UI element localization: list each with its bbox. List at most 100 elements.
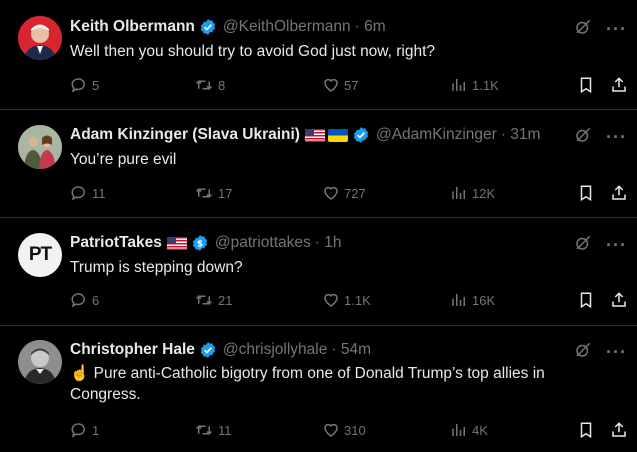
tweet-text: Well then you should try to avoid God ju… <box>70 43 436 60</box>
tweet-header: Christopher Hale @chrisjollyhale · 54m <box>70 340 371 360</box>
more-icon[interactable]: ··· <box>606 235 627 256</box>
grok-icon[interactable] <box>574 234 592 257</box>
retweet-count: 11 <box>218 422 232 438</box>
share-icon <box>612 422 626 437</box>
views-button[interactable]: 1.1K <box>450 76 499 94</box>
like-count: 1.1K <box>344 292 371 308</box>
bookmark-icon <box>580 292 592 309</box>
retweet-icon <box>195 425 213 435</box>
tweet-header: Keith Olbermann @KeithOlbermann · 6m <box>70 17 386 37</box>
tweet-text: You’re pure evil <box>70 151 177 168</box>
reply-count: 11 <box>92 185 106 201</box>
tweet-card[interactable]: PT PatriotTakes $ @patriottakes · 1h ···… <box>0 218 637 326</box>
reply-button[interactable]: 6 <box>70 291 99 309</box>
like-button[interactable]: 727 <box>322 184 366 202</box>
reply-icon <box>71 423 85 438</box>
bookmark-button[interactable] <box>577 421 599 439</box>
reply-icon <box>71 78 85 93</box>
like-icon <box>324 423 338 437</box>
grok-icon[interactable] <box>574 126 592 149</box>
views-button[interactable]: 12K <box>450 184 495 202</box>
author-name[interactable]: Christopher Hale <box>70 341 195 359</box>
tweet-actions: 1 11 310 4K <box>70 421 630 441</box>
retweet-count: 21 <box>218 292 233 308</box>
bookmark-button[interactable] <box>577 291 599 309</box>
avatar[interactable] <box>18 16 62 60</box>
tweet-card[interactable]: Keith Olbermann @KeithOlbermann · 6m ···… <box>0 0 637 110</box>
verified-badge-icon <box>352 126 370 144</box>
tweet-card[interactable]: Christopher Hale @chrisjollyhale · 54m ·… <box>0 326 637 452</box>
reply-button[interactable]: 1 <box>70 421 99 439</box>
author-name[interactable]: Adam Kinzinger (Slava Ukraini) <box>70 126 300 144</box>
views-count: 1.1K <box>472 77 499 93</box>
author-handle[interactable]: @KeithOlbermann <box>223 18 351 36</box>
tweet-top-actions: ··· <box>574 18 627 41</box>
views-button[interactable]: 4K <box>450 421 488 439</box>
like-icon <box>324 78 338 92</box>
views-icon <box>452 294 465 306</box>
share-button[interactable] <box>610 184 632 202</box>
avatar[interactable] <box>18 340 62 384</box>
like-button[interactable]: 57 <box>322 76 358 94</box>
tweet-actions: 5 8 57 1.1K <box>70 76 630 96</box>
tweet-text-block: ☝️ Pure anti-Catholic bigotry from one o… <box>70 363 609 405</box>
bookmark-button[interactable] <box>577 184 599 202</box>
reply-count: 5 <box>92 77 100 93</box>
paid-badge-icon: $ <box>191 234 209 252</box>
views-button[interactable]: 16K <box>450 291 495 309</box>
avatar[interactable]: PT <box>18 233 62 277</box>
like-count: 727 <box>344 185 366 201</box>
retweet-count: 17 <box>218 185 233 201</box>
tweet-top-actions: ··· <box>574 234 627 257</box>
tweet-header: PatriotTakes $ @patriottakes · 1h <box>70 233 341 253</box>
avatar-initials: PT <box>28 244 52 265</box>
tweet-time[interactable]: · 6m <box>355 18 386 36</box>
avatar[interactable] <box>18 125 62 169</box>
more-icon[interactable]: ··· <box>606 127 627 148</box>
tweet-text: Trump is stepping down? <box>70 259 243 276</box>
retweet-icon <box>195 188 213 198</box>
views-count: 16K <box>472 292 496 308</box>
retweet-button[interactable]: 11 <box>194 421 232 439</box>
tweet-text: Pure anti-Catholic bigotry from one of D… <box>70 365 545 403</box>
views-icon <box>452 79 465 91</box>
pointing-up-emoji-icon: ☝️ <box>70 365 90 382</box>
bookmark-button[interactable] <box>577 76 599 94</box>
author-handle[interactable]: @chrisjollyhale <box>223 341 327 359</box>
author-handle[interactable]: @AdamKinzinger <box>376 126 497 144</box>
share-button[interactable] <box>610 291 632 309</box>
views-count: 12K <box>472 185 496 201</box>
tweet-actions: 6 21 1.1K 16K <box>70 291 630 311</box>
share-button[interactable] <box>610 421 632 439</box>
views-icon <box>452 424 465 436</box>
verified-badge-icon <box>199 341 217 359</box>
retweet-count: 8 <box>218 77 226 93</box>
grok-icon[interactable] <box>574 341 592 364</box>
svg-text:$: $ <box>197 239 203 249</box>
tweet-time[interactable]: · 31m <box>501 126 541 144</box>
timeline-feed: Keith Olbermann @KeithOlbermann · 6m ···… <box>0 0 637 452</box>
like-count: 57 <box>344 77 359 93</box>
more-icon[interactable]: ··· <box>606 19 627 40</box>
author-handle[interactable]: @patriottakes <box>215 234 311 252</box>
tweet-time[interactable]: · 54m <box>331 341 371 359</box>
like-icon <box>324 186 338 200</box>
retweet-button[interactable]: 21 <box>194 291 232 309</box>
like-button[interactable]: 310 <box>322 421 366 439</box>
share-button[interactable] <box>610 76 632 94</box>
reply-button[interactable]: 11 <box>70 184 106 202</box>
retweet-button[interactable]: 17 <box>194 184 232 202</box>
retweet-button[interactable]: 8 <box>194 76 225 94</box>
author-name[interactable]: Keith Olbermann <box>70 18 195 36</box>
tweet-card[interactable]: Adam Kinzinger (Slava Ukraini) @AdamKinz… <box>0 110 637 218</box>
reply-button[interactable]: 5 <box>70 76 99 94</box>
more-icon[interactable]: ··· <box>606 342 627 363</box>
like-button[interactable]: 1.1K <box>322 291 371 309</box>
tweet-time[interactable]: · 1h <box>315 234 342 252</box>
reply-icon <box>71 293 85 308</box>
author-name[interactable]: PatriotTakes <box>70 234 162 252</box>
tweet-top-actions: ··· <box>574 126 627 149</box>
bookmark-icon <box>580 422 592 439</box>
grok-icon[interactable] <box>574 18 592 41</box>
views-count: 4K <box>472 422 488 438</box>
